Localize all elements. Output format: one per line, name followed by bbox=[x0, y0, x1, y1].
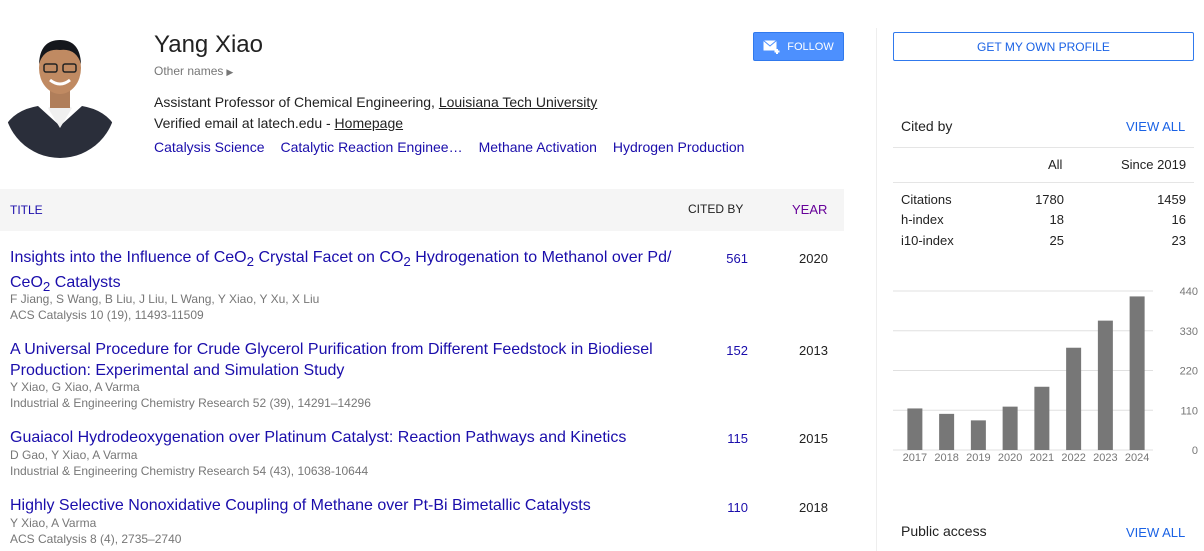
stat-since-value: 16 bbox=[1171, 212, 1186, 227]
stat-since-value: 23 bbox=[1171, 233, 1186, 248]
x-tick-label: 2024 bbox=[1125, 452, 1149, 464]
x-tick-label: 2019 bbox=[966, 452, 990, 464]
bar-2023 bbox=[1097, 320, 1113, 450]
stat-label[interactable]: Citations bbox=[901, 192, 952, 207]
y-tick-label: 220 bbox=[1180, 366, 1198, 378]
y-tick-label: 330 bbox=[1180, 326, 1198, 338]
bar-2024 bbox=[1129, 296, 1145, 450]
cited-by-count[interactable]: 561 bbox=[700, 251, 748, 266]
year-sort-header[interactable]: YEAR bbox=[792, 202, 827, 217]
affiliation: Assistant Professor of Chemical Engineer… bbox=[154, 94, 597, 110]
cited-by-sort-header[interactable]: CITED BY bbox=[688, 202, 743, 216]
profile-photo bbox=[4, 28, 116, 158]
stat-all-value: 1780 bbox=[1035, 192, 1064, 207]
article-venue: ACS Catalysis 8 (4), 2735–2740 bbox=[10, 532, 182, 546]
article-title[interactable]: Insights into the Influence of CeO2 Crys… bbox=[10, 247, 680, 297]
profile-name: Yang Xiao bbox=[154, 31, 263, 58]
bar-2017 bbox=[907, 408, 923, 450]
stat-all-value: 25 bbox=[1049, 233, 1064, 248]
article-authors: D Gao, Y Xiao, A Varma bbox=[10, 448, 138, 462]
stat-all-value: 18 bbox=[1049, 212, 1064, 227]
affiliation-link[interactable]: Louisiana Tech University bbox=[439, 94, 598, 110]
article-venue: ACS Catalysis 10 (19), 11493-11509 bbox=[10, 308, 204, 322]
interest-link[interactable]: Catalysis Science bbox=[154, 139, 265, 155]
x-tick-label: 2017 bbox=[903, 452, 927, 464]
x-tick-label: 2021 bbox=[1030, 452, 1054, 464]
stats-column-all: All bbox=[1048, 157, 1063, 172]
y-tick-label: 110 bbox=[1180, 405, 1198, 417]
article-authors: Y Xiao, G Xiao, A Varma bbox=[10, 380, 140, 394]
get-my-own-profile-button[interactable]: GET MY OWN PROFILE bbox=[893, 32, 1194, 61]
follow-button[interactable]: FOLLOW bbox=[753, 32, 844, 61]
interest-link[interactable]: Hydrogen Production bbox=[613, 139, 745, 155]
publication-year: 2018 bbox=[799, 500, 828, 515]
follow-label: FOLLOW bbox=[787, 40, 834, 53]
article-title[interactable]: A Universal Procedure for Crude Glycerol… bbox=[10, 339, 680, 381]
divider bbox=[893, 182, 1194, 183]
publication-year: 2020 bbox=[799, 251, 828, 266]
interest-link[interactable]: Methane Activation bbox=[479, 139, 597, 155]
mail-follow-icon bbox=[763, 39, 780, 54]
article-venue: Industrial & Engineering Chemistry Resea… bbox=[10, 464, 369, 478]
divider bbox=[893, 147, 1194, 148]
x-tick-label: 2020 bbox=[998, 452, 1022, 464]
other-names-toggle[interactable]: Other names ▶ bbox=[154, 64, 233, 78]
affiliation-text: Assistant Professor of Chemical Engineer… bbox=[154, 94, 439, 110]
citations-per-year-chart: 440 330 220 110 0 2017 2018 2019 2020 2021 2022 202… bbox=[893, 286, 1198, 464]
stat-label[interactable]: i10-index bbox=[901, 233, 954, 248]
column-divider bbox=[876, 28, 877, 551]
research-interests: Catalysis Science Catalytic Reaction Eng… bbox=[154, 139, 760, 155]
verified-email: Verified email at latech.edu - Homepage bbox=[154, 115, 403, 131]
email-text: Verified email at latech.edu - bbox=[154, 115, 335, 131]
cited-by-count[interactable]: 152 bbox=[700, 343, 748, 358]
caret-right-icon: ▶ bbox=[226, 67, 234, 77]
public-access-view-all-link[interactable]: VIEW ALL bbox=[1126, 525, 1185, 540]
cited-by-view-all-link[interactable]: VIEW ALL bbox=[1126, 119, 1185, 134]
article-authors: Y Xiao, A Varma bbox=[10, 516, 97, 530]
publication-year: 2013 bbox=[799, 343, 828, 358]
article-title[interactable]: Highly Selective Nonoxidative Coupling o… bbox=[10, 495, 680, 516]
title-sort-header[interactable]: TITLE bbox=[10, 203, 43, 217]
x-tick-label: 2023 bbox=[1093, 452, 1117, 464]
interest-link[interactable]: Catalytic Reaction Enginee… bbox=[281, 139, 463, 155]
bar-2019 bbox=[970, 420, 986, 450]
cited-by-count[interactable]: 110 bbox=[700, 500, 748, 515]
stat-label[interactable]: h-index bbox=[901, 212, 944, 227]
bar-2018 bbox=[939, 413, 955, 450]
bar-2020 bbox=[1002, 406, 1018, 450]
homepage-link[interactable]: Homepage bbox=[335, 115, 404, 131]
bar-2021 bbox=[1034, 386, 1050, 450]
article-venue: Industrial & Engineering Chemistry Resea… bbox=[10, 396, 371, 410]
cited-by-count[interactable]: 115 bbox=[700, 431, 748, 446]
article-title[interactable]: Guaiacol Hydrodeoxygenation over Platinu… bbox=[10, 427, 680, 448]
other-names-label: Other names bbox=[154, 64, 224, 78]
stats-column-since: Since 2019 bbox=[1121, 157, 1187, 172]
articles-table-header: TITLE CITED BY YEAR bbox=[0, 189, 844, 231]
stat-since-value: 1459 bbox=[1157, 192, 1186, 207]
x-tick-label: 2018 bbox=[934, 452, 958, 464]
bar-2022 bbox=[1066, 347, 1082, 450]
cited-by-heading: Cited by bbox=[901, 118, 953, 134]
article-authors: F Jiang, S Wang, B Liu, J Liu, L Wang, Y… bbox=[10, 292, 320, 306]
x-tick-label: 2022 bbox=[1061, 452, 1085, 464]
public-access-heading: Public access bbox=[901, 523, 987, 539]
publication-year: 2015 bbox=[799, 431, 828, 446]
y-tick-label: 440 bbox=[1180, 286, 1198, 298]
y-tick-label: 0 bbox=[1192, 445, 1198, 457]
